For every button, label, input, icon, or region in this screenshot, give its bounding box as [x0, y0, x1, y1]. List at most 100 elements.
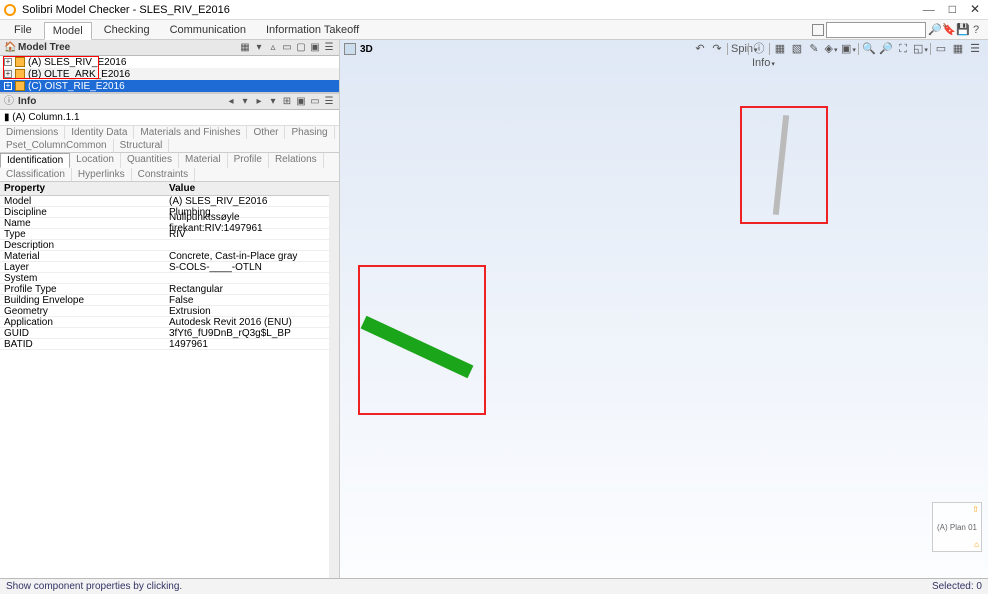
tab-identification[interactable]: Identification: [0, 153, 70, 168]
markup-icon[interactable]: ✎: [807, 42, 821, 56]
tool-menu-icon[interactable]: ☰: [323, 42, 335, 54]
menu-model[interactable]: Model: [44, 22, 92, 40]
info-subtitle: (A) Column.1.1: [12, 112, 79, 123]
search-input[interactable]: [826, 22, 926, 38]
info-add-icon[interactable]: ⊞: [281, 96, 293, 108]
maximize-icon[interactable]: ☰: [968, 42, 982, 56]
nav-dd2-icon[interactable]: ▾: [267, 96, 279, 108]
property-row[interactable]: System: [0, 273, 329, 284]
nav-home-icon[interactable]: ⌂: [974, 540, 979, 549]
nav-cube[interactable]: (A) Plan 01 ⇧ ⌂: [932, 502, 982, 552]
tree-label: (C) OIST_RIE_E2016: [28, 81, 125, 92]
property-row[interactable]: Building EnvelopeFalse: [0, 295, 329, 306]
tab-pset-column[interactable]: Pset_ColumnCommon: [0, 139, 114, 152]
zoom-sel-icon[interactable]: ◱: [913, 42, 927, 56]
tab-relations[interactable]: Relations: [269, 153, 324, 168]
property-row[interactable]: NameNullpunktssøyle firekant:RIV:1497961: [0, 218, 329, 229]
property-row[interactable]: Model(A) SLES_RIV_E2016: [0, 196, 329, 207]
tab-quantities[interactable]: Quantities: [121, 153, 179, 168]
property-key: Discipline: [0, 207, 165, 218]
property-value: Extrusion: [165, 306, 329, 317]
left-pane: 🏠 Model Tree ▦ ▾ ▵ ▭ ▢ ▣ ☰ + (A) SLES_RI…: [0, 40, 340, 578]
property-row[interactable]: LayerS-COLS-____-OTLN: [0, 262, 329, 273]
info-dropdown[interactable]: ⓘ Info: [752, 42, 766, 56]
zoom-fit-icon[interactable]: ⛶: [896, 42, 910, 56]
menu-file[interactable]: File: [6, 22, 40, 38]
nav-fwd-icon[interactable]: ▸: [253, 96, 265, 108]
tab-constraints[interactable]: Constraints: [132, 168, 196, 181]
tab-material[interactable]: Material: [179, 153, 228, 168]
property-key: Name: [0, 218, 165, 229]
clip-icon[interactable]: ▦: [773, 42, 787, 56]
save-icon[interactable]: 💾: [956, 24, 968, 36]
help-icon[interactable]: ?: [970, 24, 982, 36]
title-bar: Solibri Model Checker - SLES_RIV_E2016 —…: [0, 0, 988, 20]
bookmark-icon[interactable]: 🔖: [942, 24, 954, 36]
scrollbar[interactable]: [329, 182, 339, 578]
undo-icon[interactable]: ↶: [693, 42, 707, 56]
menu-communication[interactable]: Communication: [162, 22, 254, 38]
grid-icon[interactable]: ▦: [951, 42, 965, 56]
spin-dropdown[interactable]: Spin: [731, 42, 745, 56]
property-row[interactable]: ApplicationAutodesk Revit 2016 (ENU): [0, 317, 329, 328]
tab-location[interactable]: Location: [70, 153, 121, 168]
nav-cube-label: (A) Plan 01: [937, 523, 977, 532]
maximize-button[interactable]: □: [949, 2, 956, 17]
tool-collapse-icon[interactable]: ▵: [267, 42, 279, 54]
property-value: RIV: [165, 229, 329, 240]
property-row[interactable]: MaterialConcrete, Cast-in-Place gray: [0, 251, 329, 262]
close-button[interactable]: ✕: [970, 2, 980, 17]
tree-item-b[interactable]: + (B) OLTE_ARK_E2016: [0, 68, 339, 80]
tab-other[interactable]: Other: [247, 126, 285, 139]
property-grid[interactable]: Property Value Model(A) SLES_RIV_E2016Di…: [0, 182, 329, 578]
tree-item-a[interactable]: + (A) SLES_RIV_E2016: [0, 56, 339, 68]
viewport-3d[interactable]: 3D ↶ ↷ Spin ⓘ Info ▦ ▧ ✎ ◈ ▣ 🔍 🔎 ⛶ ◱ ▭ ▦…: [340, 40, 988, 578]
tool-show-icon[interactable]: ▭: [281, 42, 293, 54]
tab-profile[interactable]: Profile: [228, 153, 269, 168]
tab-dimensions[interactable]: Dimensions: [0, 126, 65, 139]
cube-icon[interactable]: [344, 43, 356, 55]
nav-up-icon[interactable]: ⇧: [972, 505, 979, 514]
info-zoom-icon[interactable]: ▣: [295, 96, 307, 108]
viewport-tools: ↶ ↷ Spin ⓘ Info ▦ ▧ ✎ ◈ ▣ 🔍 🔎 ⛶ ◱ ▭ ▦ ☰: [693, 40, 982, 58]
nav-back-icon[interactable]: ◂: [225, 96, 237, 108]
tool-expand-icon[interactable]: ▾: [253, 42, 265, 54]
tab-identity-data[interactable]: Identity Data: [65, 126, 134, 139]
property-row[interactable]: GeometryExtrusion: [0, 306, 329, 317]
tab-classification[interactable]: Classification: [0, 168, 72, 181]
property-row[interactable]: GUID3fYt6_fU9DnB_rQ3g$L_BP: [0, 328, 329, 339]
search-icon[interactable]: [812, 24, 824, 36]
property-row[interactable]: Profile TypeRectangular: [0, 284, 329, 295]
property-row[interactable]: Description: [0, 240, 329, 251]
redo-icon[interactable]: ↷: [710, 42, 724, 56]
nav-dd-icon[interactable]: ▾: [239, 96, 251, 108]
menu-checking[interactable]: Checking: [96, 22, 158, 38]
expander-icon[interactable]: +: [4, 70, 12, 78]
expander-icon[interactable]: +: [4, 82, 12, 90]
minimize-button[interactable]: —: [923, 2, 935, 17]
info-menu-icon[interactable]: ☰: [323, 96, 335, 108]
expander-icon[interactable]: +: [4, 58, 12, 66]
tool-hide-icon[interactable]: ▢: [295, 42, 307, 54]
tool-select-icon[interactable]: ▦: [239, 42, 251, 54]
model-tree[interactable]: + (A) SLES_RIV_E2016 + (B) OLTE_ARK_E201…: [0, 56, 339, 92]
tab-materials-finishes[interactable]: Materials and Finishes: [134, 126, 247, 139]
tree-item-c[interactable]: + (C) OIST_RIE_E2016: [0, 80, 339, 92]
search-go-icon[interactable]: 🔎: [928, 24, 940, 36]
tab-phasing[interactable]: Phasing: [285, 126, 334, 139]
model-icon: [15, 57, 25, 67]
tool-isolate-icon[interactable]: ▣: [309, 42, 321, 54]
info-hide-icon[interactable]: ▭: [309, 96, 321, 108]
model-icon: [15, 81, 25, 91]
property-row[interactable]: TypeRIV: [0, 229, 329, 240]
property-row[interactable]: BATID1497961: [0, 339, 329, 350]
tab-structural[interactable]: Structural: [114, 139, 170, 152]
view-dropdown[interactable]: ▣: [841, 42, 855, 56]
visual-dropdown[interactable]: ◈: [824, 42, 838, 56]
presentation-icon[interactable]: ▭: [934, 42, 948, 56]
zoom-in-icon[interactable]: 🔍: [862, 42, 876, 56]
menu-information-takeoff[interactable]: Information Takeoff: [258, 22, 367, 38]
zoom-out-icon[interactable]: 🔎: [879, 42, 893, 56]
section-icon[interactable]: ▧: [790, 42, 804, 56]
tab-hyperlinks[interactable]: Hyperlinks: [72, 168, 132, 181]
